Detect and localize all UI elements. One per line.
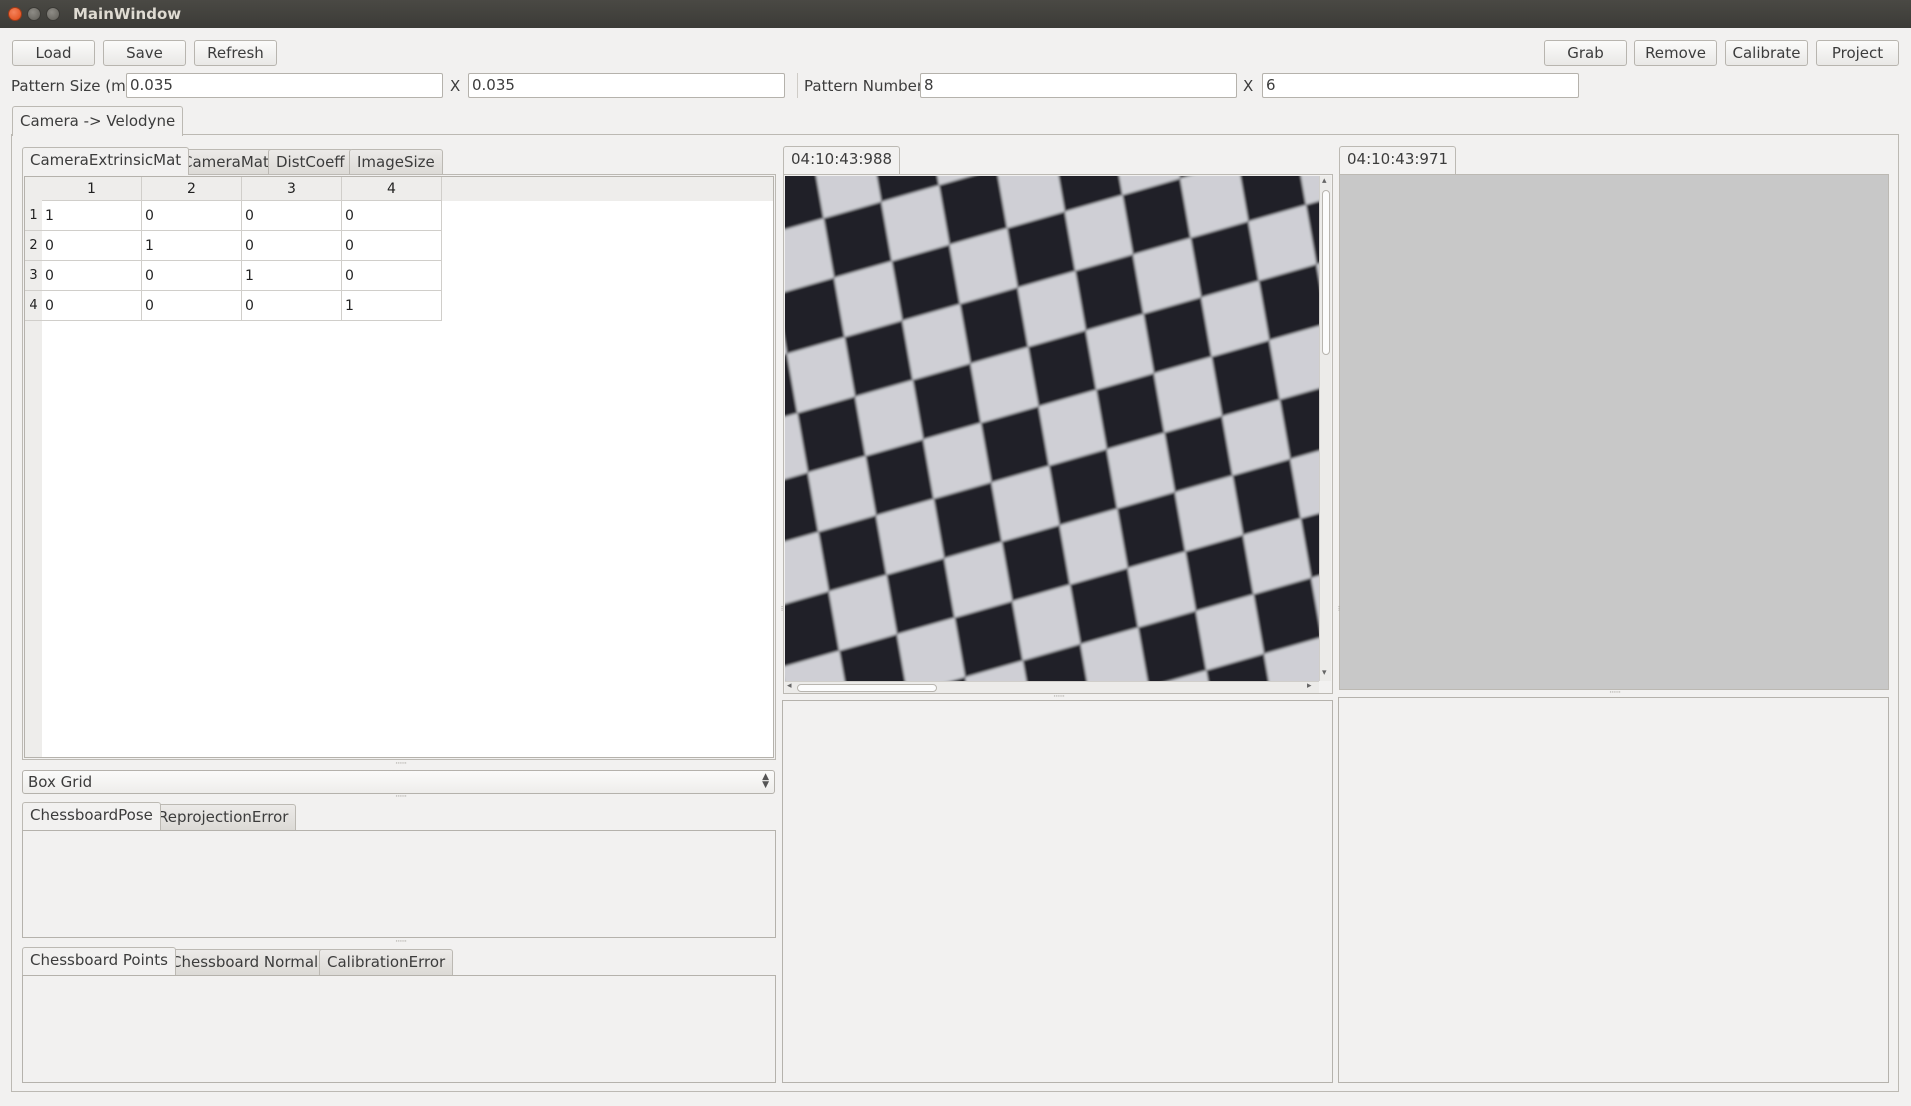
save-button[interactable]: Save	[103, 40, 186, 66]
scroll-right-icon[interactable]: ▸	[1307, 681, 1312, 691]
table-cell[interactable]: 0	[342, 261, 442, 291]
pattern-size-separator: X	[450, 77, 461, 95]
table-cell[interactable]: 0	[242, 231, 342, 261]
tab-camera-timestamp[interactable]: 04:10:43:988	[783, 146, 901, 174]
view-mode-value: Box Grid	[28, 773, 93, 791]
maximize-window-icon[interactable]	[46, 7, 60, 21]
camera-vertical-scrollbar[interactable]: ▴ ▾	[1319, 176, 1331, 681]
project-button[interactable]: Project	[1816, 40, 1899, 66]
column-header[interactable]: 3	[242, 177, 342, 201]
row-header[interactable]: 3	[25, 261, 42, 291]
toolbar-divider	[797, 73, 798, 98]
scroll-up-icon[interactable]: ▴	[1322, 176, 1327, 186]
column-header[interactable]: 1	[42, 177, 142, 201]
table-cell[interactable]: 0	[142, 201, 242, 231]
combo-arrows-icon: ▲ ▼	[762, 772, 769, 790]
table-cell[interactable]: 0	[42, 291, 142, 321]
pattern-number-y-input[interactable]: 6	[1262, 73, 1579, 98]
table-cell[interactable]: 0	[242, 201, 342, 231]
chessboard-pose-area	[22, 830, 776, 938]
tab-dist-coeff[interactable]: DistCoeff	[268, 149, 353, 175]
splitter-handle[interactable]: ······	[395, 792, 407, 802]
view-mode-combo[interactable]: Box Grid ▲ ▼	[22, 770, 775, 794]
tab-camera-extrinsic-mat[interactable]: CameraExtrinsicMat	[22, 147, 190, 175]
scroll-down-icon[interactable]: ▾	[1322, 668, 1327, 678]
table-cell[interactable]: 0	[342, 231, 442, 261]
table-cell[interactable]: 0	[242, 291, 342, 321]
remove-button[interactable]: Remove	[1634, 40, 1717, 66]
row-header[interactable]: 4	[25, 291, 42, 321]
tab-reprojection-error[interactable]: ReprojectionError	[150, 804, 297, 830]
scrollbar-thumb[interactable]	[1322, 190, 1330, 355]
table-cell[interactable]: 0	[42, 231, 142, 261]
tab-lidar-timestamp[interactable]: 04:10:43:971	[1339, 146, 1457, 174]
pattern-number-label: Pattern Number	[804, 77, 923, 95]
splitter-handle[interactable]: ······	[395, 937, 407, 947]
pattern-number-x-input[interactable]: 8	[920, 73, 1237, 98]
title-bar: MainWindow	[0, 0, 1911, 28]
table-cell[interactable]: 0	[142, 261, 242, 291]
table-cell[interactable]: 0	[342, 201, 442, 231]
refresh-button[interactable]: Refresh	[194, 40, 277, 66]
column-header[interactable]: 4	[342, 177, 442, 201]
minimize-window-icon[interactable]	[27, 7, 41, 21]
row-header[interactable]: 2	[25, 231, 42, 261]
tab-chessboard-normals[interactable]: Chessboard Normals	[163, 949, 335, 975]
tab-chessboard-pose[interactable]: ChessboardPose	[22, 802, 161, 830]
table-cell[interactable]: 0	[42, 261, 142, 291]
table-cell[interactable]: 1	[42, 201, 142, 231]
checkerboard-image	[785, 176, 1319, 681]
camera-image	[785, 176, 1319, 681]
camera-horizontal-scrollbar[interactable]: ◂ ▸	[785, 681, 1319, 693]
grab-button[interactable]: Grab	[1544, 40, 1627, 66]
table-cell[interactable]: 1	[242, 261, 342, 291]
scroll-left-icon[interactable]: ◂	[787, 681, 792, 691]
chessboard-points-area	[22, 975, 776, 1083]
camera-bottom-area	[782, 700, 1333, 1083]
window-title: MainWindow	[73, 5, 182, 23]
tab-camera-mat[interactable]: CameraMat	[174, 149, 277, 175]
pattern-size-label: Pattern Size (m)	[11, 77, 132, 95]
tab-chessboard-points[interactable]: Chessboard Points	[22, 947, 176, 975]
table-cell[interactable]: 0	[142, 291, 242, 321]
calibrate-button[interactable]: Calibrate	[1725, 40, 1808, 66]
pattern-size-y-input[interactable]: 0.035	[468, 73, 785, 98]
vertical-splitter-handle[interactable]: ···	[1333, 605, 1343, 611]
splitter-handle[interactable]: ······	[395, 759, 407, 769]
load-button[interactable]: Load	[12, 40, 95, 66]
table-cell[interactable]: 1	[342, 291, 442, 321]
table-cell[interactable]: 1	[142, 231, 242, 261]
tab-image-size[interactable]: ImageSize	[349, 149, 443, 175]
column-header[interactable]: 2	[142, 177, 242, 201]
matrix-table[interactable]: 1 2 3 4 1 2 3 4 1 0 0 0 0 1 0 0 0 0 1 0 …	[24, 176, 774, 758]
lidar-view-pane	[1339, 174, 1889, 690]
close-window-icon[interactable]	[8, 7, 22, 21]
pattern-number-separator: X	[1243, 77, 1254, 95]
lidar-bottom-area	[1338, 697, 1889, 1083]
pattern-size-x-input[interactable]: 0.035	[126, 73, 443, 98]
tab-calibration-error[interactable]: CalibrationError	[319, 949, 454, 975]
tab-camera-velodyne[interactable]: Camera -> Velodyne	[12, 106, 184, 136]
row-header[interactable]: 1	[25, 201, 42, 231]
vertical-splitter-handle[interactable]: ···	[776, 605, 786, 611]
scrollbar-thumb[interactable]	[797, 684, 937, 692]
